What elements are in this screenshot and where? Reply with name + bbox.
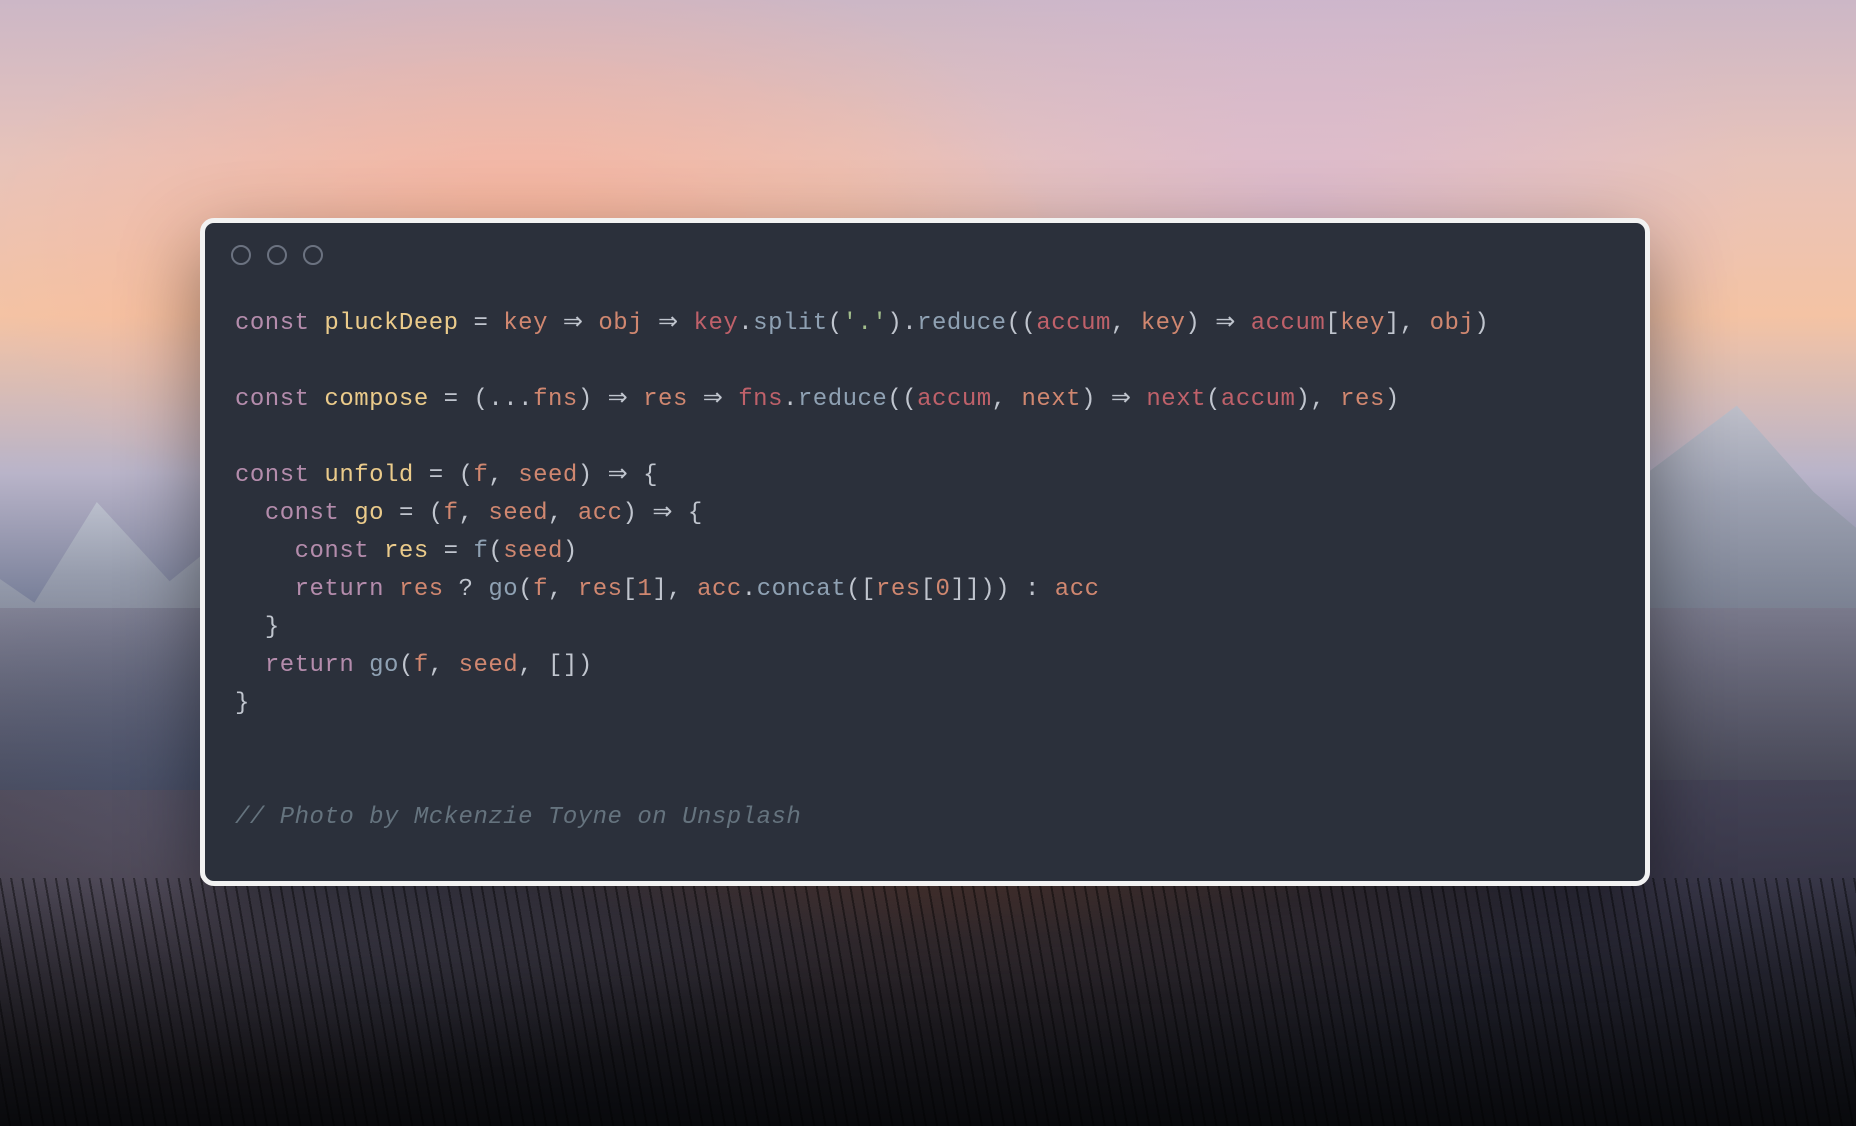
code-line-4: const go = (f, seed, acc) ⇒ { [235, 500, 703, 527]
code-line-3: const unfold = (f, seed) ⇒ { [235, 462, 658, 489]
traffic-light-minimize-icon[interactable] [267, 245, 287, 265]
traffic-light-zoom-icon[interactable] [303, 245, 323, 265]
code-line-9: } [235, 690, 250, 717]
code-window: const pluckDeep = key ⇒ obj ⇒ key.split(… [200, 218, 1650, 886]
code-editor[interactable]: const pluckDeep = key ⇒ obj ⇒ key.split(… [205, 269, 1645, 881]
code-line-7: } [235, 614, 280, 641]
code-line-1: const pluckDeep = key ⇒ obj ⇒ key.split(… [235, 310, 1489, 337]
photo-credit-comment: // Photo by Mckenzie Toyne on Unsplash [235, 804, 801, 831]
code-line-2: const compose = (...fns) ⇒ res ⇒ fns.red… [235, 386, 1400, 413]
foreground-reeds [0, 878, 1856, 1126]
window-titlebar [205, 223, 1645, 269]
code-line-8: return go(f, seed, []) [235, 652, 593, 679]
code-line-6: return res ? go(f, res[1], acc.concat([r… [235, 576, 1100, 603]
code-line-5: const res = f(seed) [235, 538, 578, 565]
traffic-light-close-icon[interactable] [231, 245, 251, 265]
